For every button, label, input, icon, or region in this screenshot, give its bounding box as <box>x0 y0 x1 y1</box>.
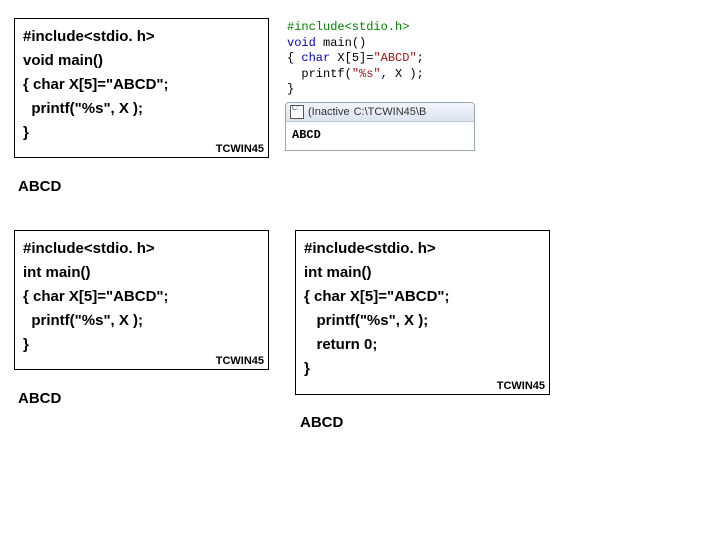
cmd-icon <box>290 105 304 119</box>
ide-line-include: #include<stdio.h> <box>287 20 409 34</box>
console-window: (Inactive C:\TCWIN45\B ABCD <box>285 102 475 151</box>
console-titlebar: (Inactive C:\TCWIN45\B <box>286 103 474 122</box>
code-line: { char X[5]="ABCD"; <box>304 285 541 309</box>
code-line: int main() <box>23 261 260 285</box>
code-line: printf("%s", X ); <box>23 97 260 121</box>
code-line: { char X[5]="ABCD"; <box>23 73 260 97</box>
code-line: return 0; <box>304 333 541 357</box>
output-text-1: ABCD <box>18 178 61 195</box>
code-line: } <box>23 333 260 357</box>
code-box-2: #include<stdio. h> int main() { char X[5… <box>14 230 269 370</box>
code-line: int main() <box>304 261 541 285</box>
code-line: printf("%s", X ); <box>304 309 541 333</box>
code-line: #include<stdio. h> <box>23 237 260 261</box>
console-output: ABCD <box>286 122 474 150</box>
code-line: } <box>23 121 260 145</box>
code-line: #include<stdio. h> <box>304 237 541 261</box>
compiler-tag: TCWIN45 <box>216 355 264 367</box>
title-path: C:\TCWIN45\B <box>354 106 427 118</box>
ide-kw-char: char <box>301 51 330 65</box>
output-text-2: ABCD <box>18 390 61 407</box>
code-box-1: #include<stdio. h> void main() { char X[… <box>14 18 269 158</box>
compiler-tag: TCWIN45 <box>216 143 264 155</box>
code-line: void main() <box>23 49 260 73</box>
code-line: } <box>304 357 541 381</box>
ide-editor: #include<stdio.h> void main() { char X[5… <box>285 18 475 102</box>
ide-screenshot: #include<stdio.h> void main() { char X[5… <box>285 18 475 151</box>
compiler-tag: TCWIN45 <box>497 380 545 392</box>
code-box-3: #include<stdio. h> int main() { char X[5… <box>295 230 550 395</box>
code-line: #include<stdio. h> <box>23 25 260 49</box>
title-prefix: (Inactive <box>308 106 350 118</box>
ide-kw-void: void <box>287 36 316 50</box>
code-line: printf("%s", X ); <box>23 309 260 333</box>
output-text-3: ABCD <box>300 414 343 431</box>
code-line: { char X[5]="ABCD"; <box>23 285 260 309</box>
